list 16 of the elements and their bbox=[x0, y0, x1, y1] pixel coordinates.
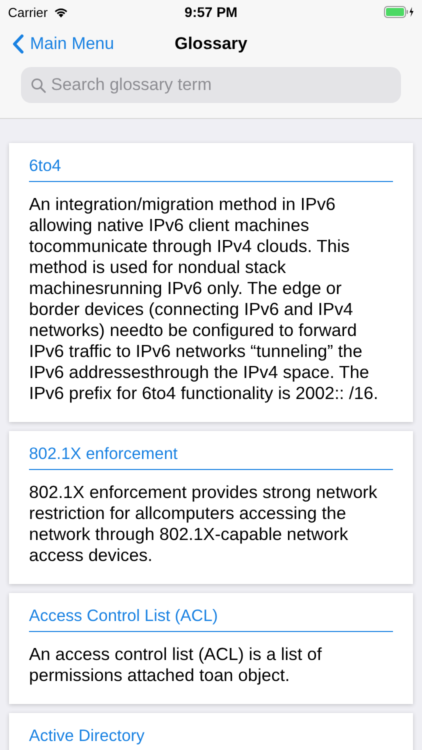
wifi-icon bbox=[52, 6, 69, 18]
glossary-term: 6to4 bbox=[29, 157, 393, 182]
term-definition: 802.1X enforcement provides strong network restriction for allcomputers accessing the network through 802.1X-capable network access devices. bbox=[29, 482, 378, 566]
battery-charging-icon bbox=[384, 6, 414, 18]
screen-title: Glossary bbox=[174, 34, 248, 54]
search-field[interactable]: Search glossary term bbox=[21, 67, 401, 103]
term-definition: An integration/migration method in IPv6 allowing native IPv6 client machines tocommunicate through IPv4 clouds. This method is used for nondual stack machinesrunning IPv6 only. The edge or border devices (connecting IPv6 and IPv4 networks) needto be configured to forward IPv6 traffic to IPv6 networks “tunneling” the IPv6 addressesthrough the IPv4 space. The IPv6 prefix for 6to4 functionality is 2002:: /16. bbox=[29, 194, 380, 404]
glossary-term: 802.1X enforcement bbox=[29, 445, 393, 470]
carrier-label: Carrier bbox=[8, 4, 48, 20]
glossary-term: Active Directory bbox=[29, 727, 393, 750]
back-button[interactable]: Main Menu bbox=[0, 34, 114, 54]
back-chevron-icon bbox=[12, 34, 24, 54]
glossary-term: Access Control List (ACL) bbox=[29, 607, 393, 632]
term-definition: An access control list (ACL) is a list of permissions attached toan object. bbox=[29, 644, 323, 686]
clock-time: 9:57 PM bbox=[184, 4, 238, 20]
search-icon bbox=[31, 78, 46, 93]
